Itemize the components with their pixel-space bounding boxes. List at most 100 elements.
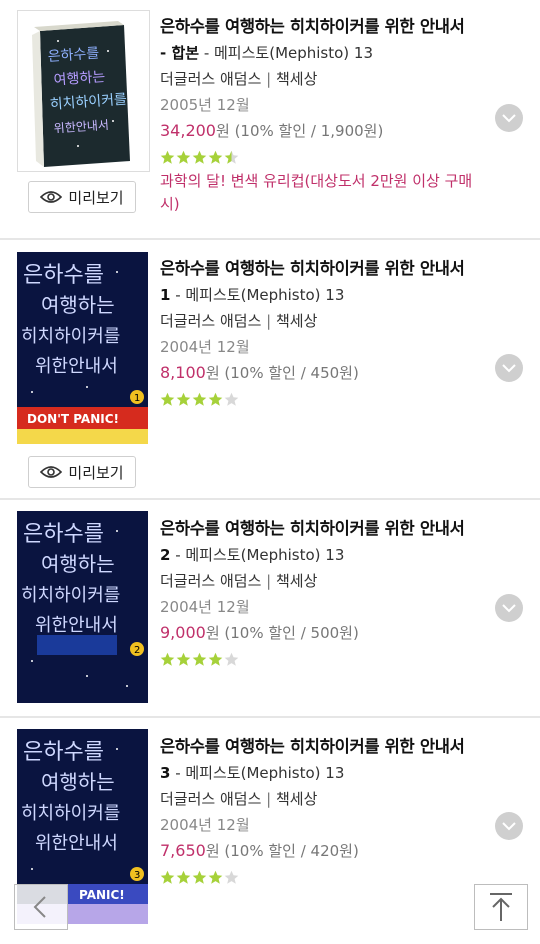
star-icon xyxy=(208,870,223,884)
chevron-down-icon xyxy=(502,363,516,372)
star-icon xyxy=(160,150,175,164)
pub-date: 2004년 12월 xyxy=(160,338,250,356)
rating-stars xyxy=(160,864,500,890)
book-volume: 2 xyxy=(160,546,171,564)
book-item[interactable]: 은하수를 여행하는 히치하이커를 위한안내서 2 은하수를 여행하는 히치하이커… xyxy=(0,500,540,716)
book-cover[interactable]: 은하수를 여행하는 히치하이커를 위한안내서 xyxy=(17,10,150,172)
book-item[interactable]: 은하수를 여행하는 히치하이커를 위한안내서 3 PANIC! 은하수를 여행하… xyxy=(0,718,540,944)
discount-info: (10% 할인 / 500원) xyxy=(219,624,359,642)
book-volume: 1 xyxy=(160,286,171,304)
scroll-top-button[interactable] xyxy=(474,884,528,930)
book-author[interactable]: 더글러스 애덤스 xyxy=(160,790,261,808)
svg-text:여행하는: 여행하는 xyxy=(41,293,115,317)
book-publisher[interactable]: 책세상 xyxy=(276,312,317,330)
price-unit: 원 xyxy=(205,364,220,382)
svg-text:여행하는: 여행하는 xyxy=(41,770,115,794)
book-publisher[interactable]: 책세상 xyxy=(276,572,317,590)
sale-price: 34,200 xyxy=(160,121,216,140)
star-icon xyxy=(192,150,207,164)
book-item[interactable]: 은하수를 여행하는 히치하이커를 위한안내서 1 DON'T PANIC! 미리… xyxy=(0,240,540,498)
book-author[interactable]: 더글러스 애덤스 xyxy=(160,572,261,590)
chevron-down-icon xyxy=(502,113,516,122)
star-icon xyxy=(192,652,207,666)
svg-text:히치하이커를: 히치하이커를 xyxy=(21,326,120,347)
star-icon xyxy=(224,652,239,666)
svg-text:1: 1 xyxy=(134,393,140,404)
svg-text:3: 3 xyxy=(134,870,140,881)
chevron-down-icon xyxy=(502,821,516,830)
star-icon xyxy=(224,150,239,164)
expand-button[interactable] xyxy=(495,104,523,132)
svg-text:위한안내서: 위한안내서 xyxy=(35,615,118,636)
divider: | xyxy=(261,572,276,590)
book-title[interactable]: 은하수를 여행하는 히치하이커를 위한 안내서 xyxy=(160,734,500,760)
pub-date: 2005년 12월 xyxy=(160,96,250,114)
eye-icon xyxy=(40,466,63,478)
chevron-down-icon xyxy=(502,603,516,612)
rating-stars xyxy=(160,646,500,672)
book-author[interactable]: 더글러스 애덤스 xyxy=(160,312,261,330)
book-publisher[interactable]: 책세상 xyxy=(276,790,317,808)
star-icon xyxy=(176,150,191,164)
book-author[interactable]: 더글러스 애덤스 xyxy=(160,70,261,88)
preview-button[interactable]: 미리보기 xyxy=(28,181,136,213)
rating-stars xyxy=(160,386,500,412)
svg-text:여행하는: 여행하는 xyxy=(41,552,115,576)
price-unit: 원 xyxy=(205,842,220,860)
book-item[interactable]: 은하수를 여행하는 히치하이커를 위한안내서 미리보기 은하수를 여행하는 히치… xyxy=(0,0,540,238)
discount-info: (10% 할인 / 420원) xyxy=(219,842,359,860)
expand-button[interactable] xyxy=(495,812,523,840)
star-icon xyxy=(192,392,207,406)
preview-label: 미리보기 xyxy=(68,463,124,482)
book-series: - 메피스토(Mephisto) 13 xyxy=(170,764,345,782)
star-icon xyxy=(160,392,175,406)
divider: | xyxy=(261,790,276,808)
svg-text:히치하이커를: 히치하이커를 xyxy=(21,585,120,606)
pub-date: 2004년 12월 xyxy=(160,816,250,834)
arrow-up-icon xyxy=(490,893,512,921)
svg-text:히치하이커를: 히치하이커를 xyxy=(21,803,120,824)
book-title[interactable]: 은하수를 여행하는 히치하이커를 위한 안내서 xyxy=(160,14,500,40)
book-cover[interactable]: 은하수를 여행하는 히치하이커를 위한안내서 2 xyxy=(17,511,148,703)
sale-price: 9,000 xyxy=(160,623,206,642)
cover-banner: DON'T PANIC! xyxy=(27,412,119,426)
svg-text:은하수를: 은하수를 xyxy=(23,522,104,547)
book-publisher[interactable]: 책세상 xyxy=(276,70,317,88)
discount-info: (10% 할인 / 1,900원) xyxy=(229,122,384,140)
divider: | xyxy=(261,70,276,88)
sale-price: 7,650 xyxy=(160,841,206,860)
preview-button[interactable]: 미리보기 xyxy=(28,456,136,488)
divider: | xyxy=(261,312,276,330)
svg-text:2: 2 xyxy=(134,645,140,656)
book-volume: - 합본 xyxy=(160,44,200,62)
eye-icon xyxy=(40,191,63,203)
svg-text:위한안내서: 위한안내서 xyxy=(35,356,118,377)
preview-label: 미리보기 xyxy=(68,188,124,207)
book-cover[interactable]: 은하수를 여행하는 히치하이커를 위한안내서 1 DON'T PANIC! xyxy=(17,252,148,444)
star-icon xyxy=(208,150,223,164)
cover-banner: PANIC! xyxy=(79,888,125,902)
star-icon xyxy=(176,652,191,666)
star-icon xyxy=(160,652,175,666)
promo-text[interactable]: 과학의 달! 변색 유리컵(대상도서 2만원 이상 구매 시) xyxy=(160,170,490,216)
svg-text:은하수를: 은하수를 xyxy=(23,740,104,765)
book-title[interactable]: 은하수를 여행하는 히치하이커를 위한 안내서 xyxy=(160,256,500,282)
star-icon xyxy=(224,392,239,406)
star-icon xyxy=(176,392,191,406)
book-title[interactable]: 은하수를 여행하는 히치하이커를 위한 안내서 xyxy=(160,516,500,542)
svg-text:은하수를: 은하수를 xyxy=(23,263,104,288)
star-icon xyxy=(160,870,175,884)
book-series: - 메피스토(Mephisto) 13 xyxy=(170,286,345,304)
rating-stars xyxy=(160,144,500,170)
star-icon xyxy=(208,392,223,406)
price-unit: 원 xyxy=(205,624,220,642)
discount-info: (10% 할인 / 450원) xyxy=(219,364,359,382)
expand-button[interactable] xyxy=(495,354,523,382)
back-button[interactable] xyxy=(14,884,68,930)
sale-price: 8,100 xyxy=(160,363,206,382)
pub-date: 2004년 12월 xyxy=(160,598,250,616)
expand-button[interactable] xyxy=(495,594,523,622)
arrow-left-icon xyxy=(33,896,46,918)
book-volume: 3 xyxy=(160,764,171,782)
book-series: - 메피스토(Mephisto) 13 xyxy=(199,44,374,62)
